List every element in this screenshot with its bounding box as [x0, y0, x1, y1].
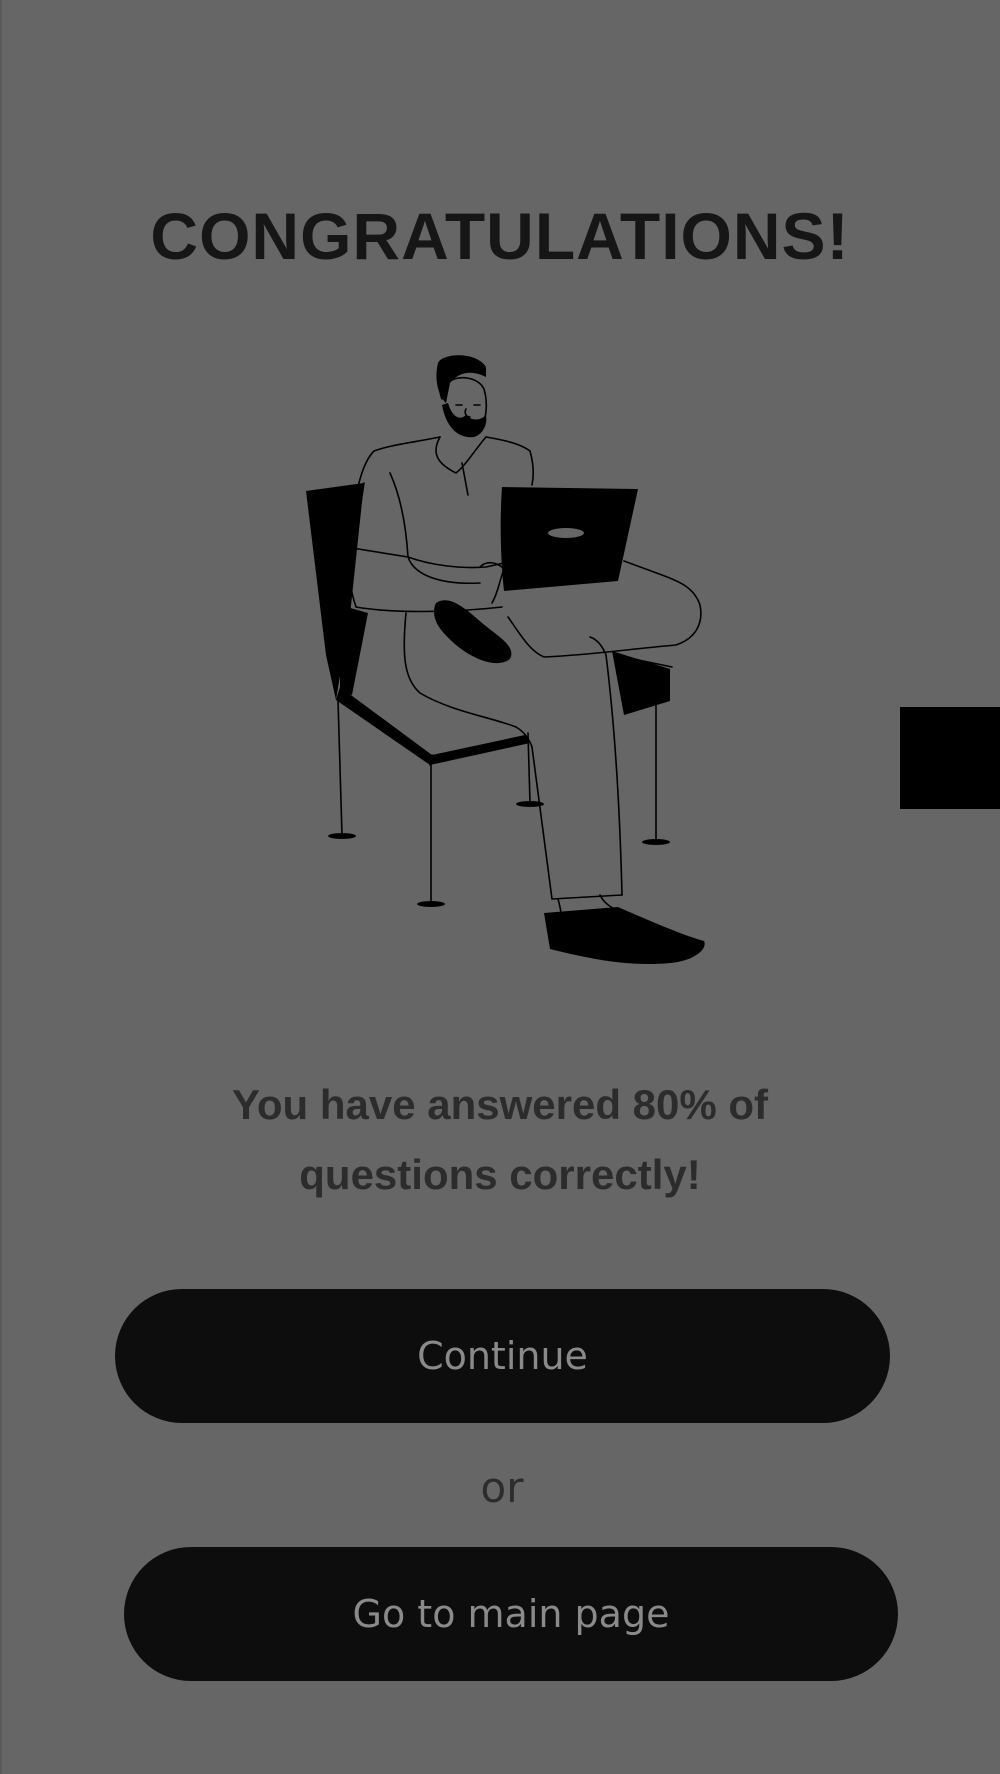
- or-separator: or: [480, 1463, 524, 1512]
- go-to-main-page-button[interactable]: Go to main page: [124, 1547, 898, 1681]
- side-tab-handle[interactable]: [900, 707, 1000, 809]
- page-title: CONGRATULATIONS!: [150, 199, 850, 273]
- result-message: You have answered 80% of questions corre…: [231, 1081, 769, 1198]
- man-with-laptop-illustration: [306, 355, 705, 965]
- continue-button[interactable]: Continue: [115, 1289, 890, 1423]
